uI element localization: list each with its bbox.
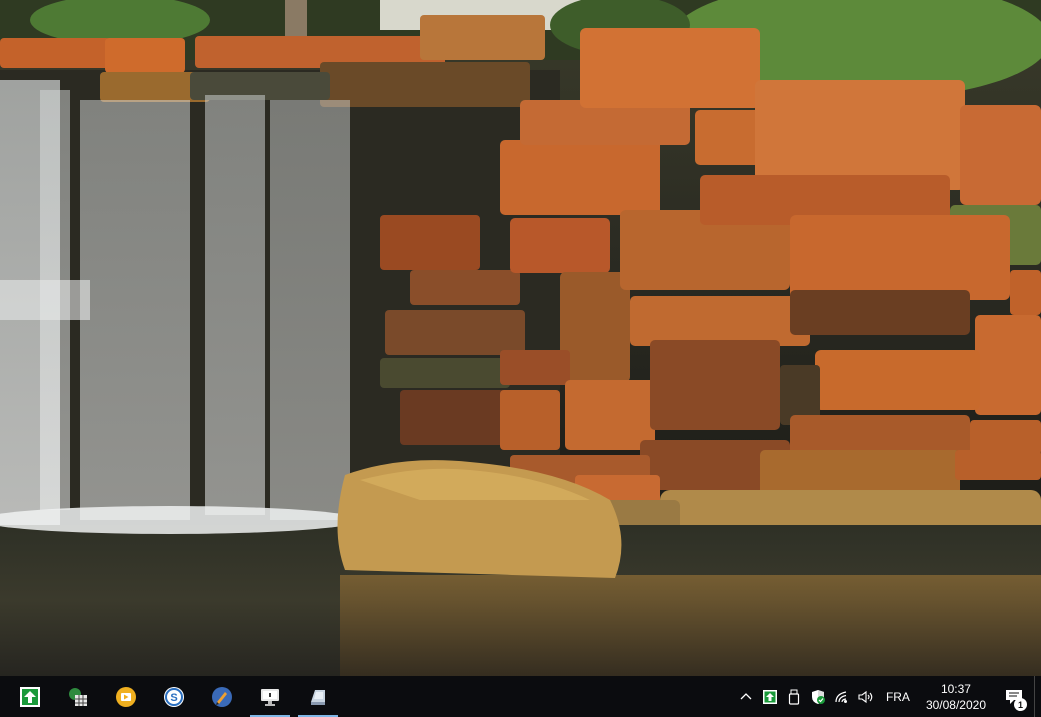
wifi-icon (835, 690, 847, 703)
green-arrow-icon (762, 689, 777, 704)
disk-app-icon (307, 686, 329, 708)
taskbar-app-green-home[interactable] (6, 676, 54, 717)
speaker-icon (858, 690, 873, 703)
system-tray: FRA 10:37 30/08/2020 1 (734, 676, 1041, 717)
spreadsheet-app-icon (67, 686, 89, 708)
green-home-app-icon (19, 686, 41, 708)
desktop-wallpaper (0, 0, 1041, 676)
tray-app-green[interactable] (758, 676, 782, 717)
taskbar-app-disk[interactable] (294, 676, 342, 717)
taskbar-clock[interactable]: 10:37 30/08/2020 (918, 676, 994, 717)
svg-text:S: S (170, 692, 177, 704)
tray-security[interactable] (806, 676, 830, 717)
input-language[interactable]: FRA (878, 690, 918, 704)
notification-count-badge: 1 (1014, 698, 1027, 711)
tray-network[interactable] (830, 676, 854, 717)
taskbar-app-monitor[interactable] (246, 676, 294, 717)
taskbar: S FRA 10:37 30/08/2020 1 (0, 676, 1041, 717)
tray-usb[interactable] (782, 676, 806, 717)
s-app-icon: S (163, 686, 185, 708)
taskbar-app-media-player[interactable] (102, 676, 150, 717)
action-center-button[interactable]: 1 (994, 676, 1034, 717)
show-hidden-icons-button[interactable] (734, 676, 758, 717)
chevron-up-icon (740, 692, 752, 699)
waterfall-scene (0, 0, 1041, 676)
pen-app-icon (211, 686, 233, 708)
media-player-icon (115, 686, 137, 708)
show-desktop-button[interactable] (1034, 676, 1041, 717)
taskbar-app-spreadsheet[interactable] (54, 676, 102, 717)
taskbar-app-pen[interactable] (198, 676, 246, 717)
clock-time: 10:37 (940, 681, 971, 696)
shield-check-icon (811, 689, 825, 704)
clock-date: 30/08/2020 (925, 697, 986, 712)
monitor-app-icon (259, 686, 281, 708)
taskbar-apps: S (0, 676, 342, 717)
tray-volume[interactable] (854, 676, 878, 717)
taskbar-app-s[interactable]: S (150, 676, 198, 717)
usb-drive-icon (788, 689, 800, 705)
